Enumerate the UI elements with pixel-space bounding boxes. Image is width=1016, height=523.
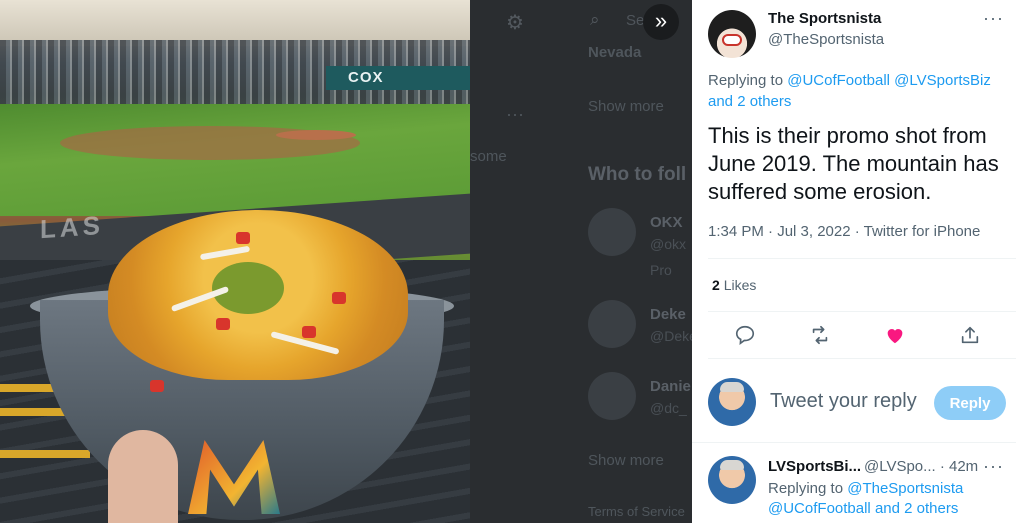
suggestion-handle: @Deke (650, 328, 697, 344)
avatar (708, 378, 756, 426)
likes-label: Likes (723, 277, 757, 293)
reply-button[interactable]: Reply (934, 386, 1006, 420)
divider (692, 442, 1016, 443)
photo-tomato (236, 232, 250, 244)
others-link[interactable]: and 2 others (708, 93, 791, 110)
photo-tomato (302, 326, 316, 338)
more-icon: ··· (506, 104, 524, 124)
search-icon: ⌕ (590, 10, 600, 29)
photo-hand (108, 430, 178, 523)
reply-time: · 42m (939, 458, 979, 475)
tweet-timestamp[interactable]: 1:34 PM · Jul 3, 2022 · Twitter for iPho… (708, 223, 980, 240)
photo-scoreboard: COX (326, 66, 470, 90)
mention-link[interactable]: @UCofFootball (768, 500, 871, 517)
suggestion-handle: @dc_ (650, 400, 687, 416)
avatar-hair (720, 382, 744, 392)
divider (708, 311, 1016, 312)
reply-input[interactable]: Tweet your reply (770, 390, 917, 413)
more-icon[interactable]: ··· (983, 456, 1004, 477)
background-text: some (470, 148, 507, 165)
photo-mound (276, 130, 356, 140)
reply-replying-to: Replying to @TheSportsnista @UCofFootbal… (768, 479, 1008, 519)
replying-to-label: Replying to (768, 480, 844, 497)
reply-author-handle-time[interactable]: @LVSpo... · 42m (864, 458, 978, 475)
avatar-hair (720, 460, 744, 470)
suggestion-name: Deke (650, 306, 686, 323)
mention-link[interactable]: @TheSportsnista (847, 480, 963, 497)
expand-photo-button[interactable]: » (643, 4, 679, 40)
replying-to-label: Replying to (708, 72, 784, 89)
reply-author-handle: @LVSpo... (864, 458, 936, 475)
search-placeholder: Se (626, 12, 645, 29)
suggestion-avatar (588, 208, 636, 256)
divider (708, 258, 1016, 259)
mention-link[interactable]: @LVSportsBiz (894, 72, 991, 89)
suggestion-extra: Pro (650, 262, 672, 278)
mention-link[interactable]: @UCofFootball (787, 72, 890, 89)
others-link[interactable]: and 2 others (875, 500, 958, 517)
tweet-actions (692, 318, 1016, 352)
reply-author-name[interactable]: LVSportsBi... (768, 458, 861, 475)
author-handle[interactable]: @TheSportsnista (768, 31, 884, 48)
scoreboard-text: COX (348, 69, 384, 86)
background-page: ⚙ ⌕ Se Nevada Show more ··· some Who to … (470, 0, 697, 523)
suggestion-name: OKX (650, 214, 683, 231)
who-to-follow-heading: Who to foll (588, 164, 687, 185)
share-icon[interactable] (953, 318, 987, 352)
tweet-text: This is their promo shot from June 2019.… (708, 123, 999, 204)
suggestion-avatar (588, 372, 636, 420)
author-name[interactable]: The Sportsnista (768, 10, 881, 27)
avatar[interactable] (708, 456, 756, 504)
more-icon[interactable]: ··· (983, 8, 1004, 29)
avatar-face (722, 34, 742, 46)
show-more-link: Show more (588, 98, 664, 115)
avatar[interactable] (708, 10, 756, 58)
heart-icon[interactable] (878, 318, 912, 352)
suggestion-handle: @okx (650, 236, 686, 252)
photo-tomato (150, 380, 164, 392)
retweet-icon[interactable] (803, 318, 837, 352)
photo-tomato (332, 292, 346, 304)
terms-link: Terms of Service (588, 504, 685, 519)
reply-icon[interactable] (728, 318, 762, 352)
replying-to: Replying to @UCofFootball @LVSportsBiz a… (708, 70, 1008, 112)
gear-icon: ⚙ (506, 12, 524, 34)
suggestion-avatar (588, 300, 636, 348)
photo-wall-text: LAS (40, 209, 104, 245)
tweet-photo[interactable]: COX LAS (0, 0, 470, 523)
likes-count[interactable]: 2 Likes (712, 277, 756, 293)
likes-number: 2 (712, 277, 720, 293)
show-more-link: Show more (588, 452, 664, 469)
tweet-detail-panel: The Sportsnista @TheSportsnista ··· Repl… (692, 0, 1016, 523)
divider (708, 358, 1016, 359)
suggestion-name: Danie (650, 378, 691, 395)
trend-location: Nevada (588, 44, 642, 61)
photo-seat-stripe (0, 450, 90, 458)
photo-tomato (216, 318, 230, 330)
